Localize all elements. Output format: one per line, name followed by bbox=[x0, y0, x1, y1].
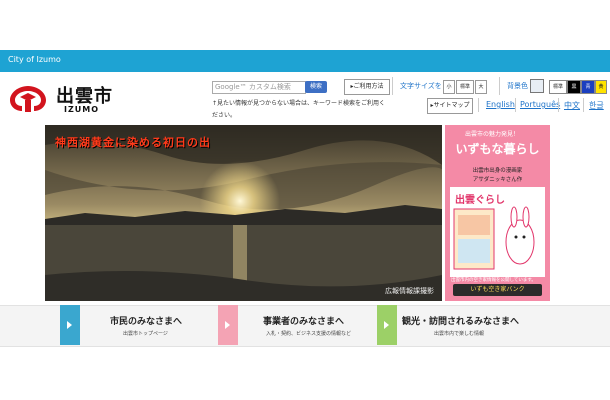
lang-english-link[interactable]: English bbox=[486, 100, 515, 109]
nav-visitors-subtitle: 出雲市内で楽しむ情報 bbox=[434, 331, 485, 337]
divider bbox=[558, 98, 559, 112]
lang-chinese-link[interactable]: 中文 bbox=[564, 100, 580, 111]
divider bbox=[499, 77, 500, 95]
city-label: City of Izumo bbox=[8, 55, 61, 64]
nav-visitors-title: 観光・訪問されるみなさまへ bbox=[402, 317, 520, 327]
arrow-right-icon bbox=[60, 305, 80, 345]
arrow-right-icon bbox=[377, 305, 397, 345]
arrow-right-icon bbox=[218, 305, 238, 345]
hero-title: 神西湖黄金に染める初日の出 bbox=[55, 136, 211, 149]
fontsize-label: 文字サイズを bbox=[400, 82, 442, 90]
banner-subtitle: 出雲市出身の漫画家 アサダニッキさん作 bbox=[449, 167, 546, 185]
divider bbox=[583, 98, 584, 112]
lang-korean-link[interactable]: 한글 bbox=[589, 100, 604, 111]
search-button[interactable]: 検索 bbox=[305, 81, 327, 93]
akiya-banner[interactable]: 出雲市の魅力発見！ いずもな暮らし 出雲市出身の漫画家 アサダニッキさん作 出雲… bbox=[445, 125, 550, 301]
divider bbox=[478, 98, 479, 112]
nav-businesses-subtitle: 入札・契約、ビジネス支援の情報など bbox=[266, 331, 352, 337]
bgcolor-blue-button[interactable]: 青 bbox=[581, 80, 595, 94]
top-bar: City of Izumo bbox=[0, 50, 610, 72]
monitor-icon bbox=[530, 79, 544, 93]
sitemap-button[interactable]: ▸サイトマップ bbox=[427, 98, 473, 114]
search-note: ↑見たい情報が見つからない場合は、キーワード検索をご利用ください。 bbox=[212, 100, 386, 119]
banner-title: いずもな暮らし bbox=[455, 142, 540, 156]
banner-subtitle-line2: アサダニッキさん作 bbox=[472, 177, 523, 183]
nav-businesses-title: 事業者のみなさまへ bbox=[263, 317, 345, 327]
lang-portuguese-link[interactable]: Português bbox=[520, 100, 560, 109]
banner-note: 出雲市内の空き家情報を公開しています。 bbox=[451, 278, 536, 283]
bgcolor-yellow-button[interactable]: 黄 bbox=[595, 80, 607, 94]
howto-button[interactable]: ▸ご利用方法 bbox=[344, 79, 390, 95]
hero-credit: 広報情報課撮影 bbox=[385, 287, 434, 295]
bgcolor-black-button[interactable]: 黒 bbox=[567, 80, 581, 94]
logo-name-english: IZUMO bbox=[64, 105, 100, 114]
izumo-emblem-icon bbox=[10, 86, 46, 112]
akiya-bank-button[interactable]: いずも空き家バンク bbox=[453, 284, 542, 296]
fontsize-standard-button[interactable]: 標準 bbox=[456, 80, 474, 94]
nav-residents-subtitle: 出雲市トップページ bbox=[123, 331, 168, 337]
banner-brand: 出雲ぐらし bbox=[455, 195, 505, 206]
fontsize-large-button[interactable]: 大 bbox=[475, 80, 487, 94]
divider bbox=[515, 98, 516, 112]
bgcolor-standard-button[interactable]: 標準 bbox=[549, 80, 567, 94]
sunrise-lake-photo bbox=[45, 125, 442, 301]
bgcolor-label: 背景色 bbox=[507, 82, 528, 90]
nav-residents[interactable]: 市民のみなさまへ 出雲市トップページ bbox=[60, 305, 210, 345]
search-input[interactable]: Google™ カスタム検索 bbox=[212, 81, 306, 94]
banner-tagline: 出雲市の魅力発見！ bbox=[465, 131, 520, 138]
divider bbox=[392, 77, 393, 95]
nav-visitors[interactable]: 観光・訪問されるみなさまへ 出雲市内で楽しむ情報 bbox=[377, 305, 537, 345]
nav-residents-title: 市民のみなさまへ bbox=[110, 317, 183, 327]
fontsize-small-button[interactable]: 小 bbox=[443, 80, 455, 94]
banner-subtitle-line1: 出雲市出身の漫画家 bbox=[472, 168, 523, 174]
site-logo[interactable]: 出雲市 IZUMO bbox=[8, 82, 128, 118]
nav-businesses[interactable]: 事業者のみなさまへ 入札・契約、ビジネス支援の情報など bbox=[218, 305, 373, 345]
hero-image[interactable]: 神西湖黄金に染める初日の出 広報情報課撮影 bbox=[45, 125, 442, 301]
